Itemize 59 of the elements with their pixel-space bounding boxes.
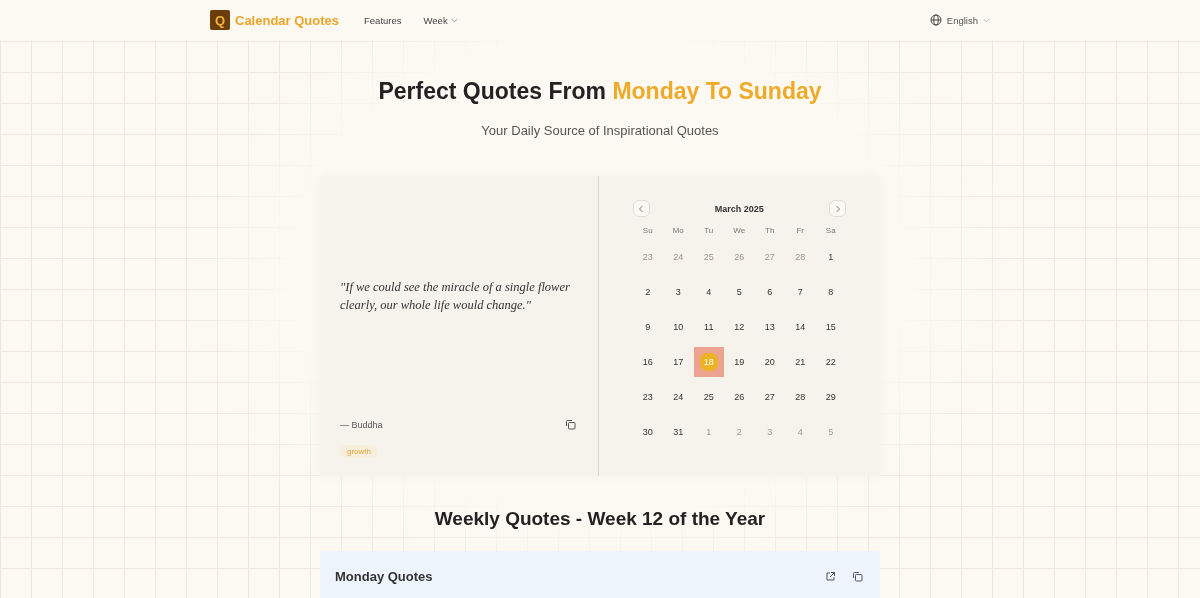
weekday-label: We xyxy=(732,225,747,237)
copy-button[interactable] xyxy=(850,569,865,584)
calendar-day[interactable]: 12 xyxy=(724,311,755,342)
calendar-day[interactable]: 28 xyxy=(785,381,816,412)
calendar-day[interactable]: 10 xyxy=(663,311,694,342)
calendar-day[interactable]: 30 xyxy=(632,416,663,447)
calendar-day[interactable]: 24 xyxy=(663,381,694,412)
hero-title-highlight: Monday To Sunday xyxy=(612,78,822,104)
nav-link[interactable]: Week xyxy=(423,14,458,26)
calendar-day[interactable]: 21 xyxy=(785,346,816,377)
chevron-left-icon xyxy=(637,204,645,213)
calendar-day[interactable]: 31 xyxy=(663,416,694,447)
weekday-label: Tu xyxy=(703,225,715,237)
chevron-right-icon xyxy=(833,204,842,213)
month-label: March 2025 xyxy=(714,203,764,214)
open-link-button[interactable] xyxy=(823,569,838,584)
weekday-label: Mo xyxy=(671,225,685,237)
calendar-day[interactable]: 20 xyxy=(754,346,785,377)
calendar-day[interactable]: 17 xyxy=(663,346,694,377)
calendar-day[interactable]: 5 xyxy=(724,276,755,307)
hero-subtitle: Your Daily Source of Inspirational Quotes xyxy=(481,123,719,138)
calendar-day[interactable]: 4 xyxy=(693,276,724,307)
calendar-day[interactable]: 25 xyxy=(693,381,724,412)
weekday-label: Su xyxy=(641,225,654,237)
calendar-day[interactable]: 29 xyxy=(815,381,846,412)
chevron-down-icon xyxy=(450,16,458,24)
logo-icon[interactable]: Q xyxy=(210,10,230,30)
calendar-day[interactable]: 1 xyxy=(815,241,846,272)
copy-icon xyxy=(564,419,576,430)
calendar-day[interactable]: 2 xyxy=(632,276,663,307)
calendar-day[interactable]: 7 xyxy=(785,276,816,307)
quote-author: — Buddha xyxy=(340,419,383,430)
hero-title: Perfect Quotes From xyxy=(378,78,606,104)
copy-icon xyxy=(852,571,863,582)
weekday-label: Fr xyxy=(795,225,806,237)
external-link-icon xyxy=(825,571,836,582)
calendar-day[interactable]: 8 xyxy=(815,276,846,307)
calendar-day[interactable]: 16 xyxy=(632,346,663,377)
weekday-label: Sa xyxy=(824,225,837,237)
calendar-day[interactable]: 9 xyxy=(632,311,663,342)
quote-text: "If we could see the miracle of a single flower clearly, our whole life would change." xyxy=(340,279,571,314)
calendar-day[interactable]: 15 xyxy=(815,311,846,342)
globe-icon xyxy=(929,14,942,26)
calendar-day[interactable]: 6 xyxy=(754,276,785,307)
language-selector[interactable]: English xyxy=(929,14,990,26)
calendar-day[interactable]: 22 xyxy=(815,346,846,377)
calendar-day[interactable]: 3 xyxy=(663,276,694,307)
section-title: Weekly Quotes - Week 12 of the Year xyxy=(434,508,766,530)
card-title: Monday Quotes xyxy=(335,569,433,584)
calendar-day[interactable]: 13 xyxy=(754,311,785,342)
calendar-day[interactable]: 23 xyxy=(632,381,663,412)
nav-link[interactable]: Features xyxy=(364,14,402,26)
weekday-label: Th xyxy=(764,225,776,237)
calendar-day[interactable]: 14 xyxy=(785,311,816,342)
calendar-day[interactable]: 27 xyxy=(754,381,785,412)
calendar-day[interactable]: 26 xyxy=(724,381,755,412)
calendar-day[interactable]: 19 xyxy=(724,346,755,377)
calendar-day[interactable]: 11 xyxy=(693,311,724,342)
chevron-down-icon xyxy=(983,16,990,24)
